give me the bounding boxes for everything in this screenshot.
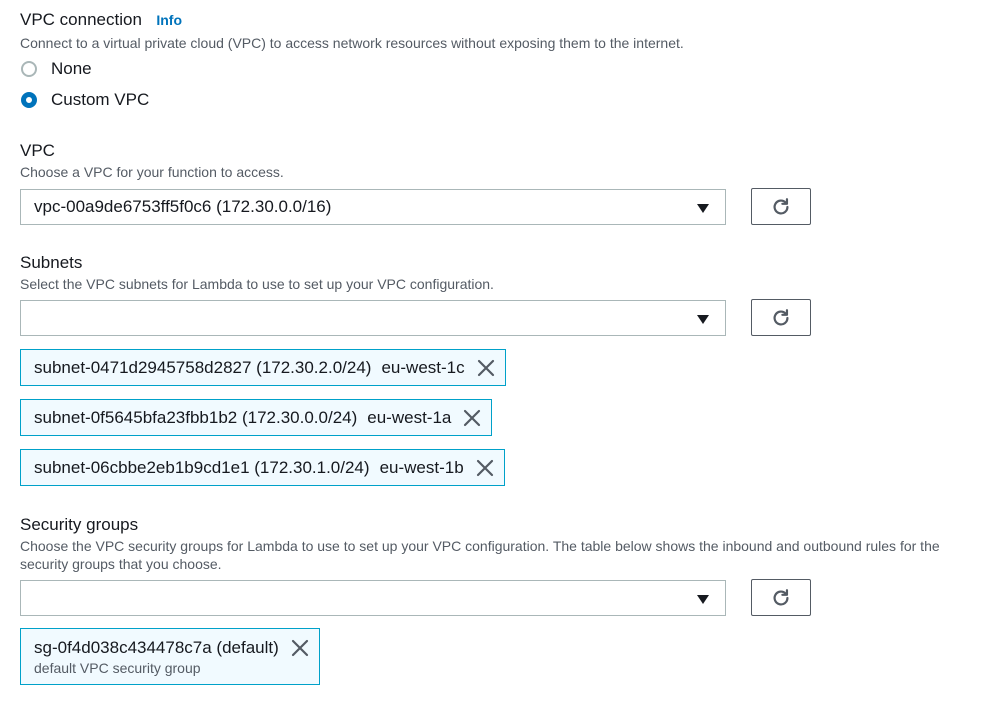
radio-custom-vpc[interactable] xyxy=(21,92,37,108)
caret-down-icon xyxy=(697,204,709,213)
security-groups-description: Choose the VPC security groups for Lambd… xyxy=(20,538,940,572)
close-icon[interactable] xyxy=(291,639,309,657)
vpc-connection-header: VPC connection Info xyxy=(20,10,182,30)
security-groups-refresh-button[interactable] xyxy=(751,579,811,616)
security-groups-title: Security groups xyxy=(20,515,139,534)
close-icon[interactable] xyxy=(477,359,495,377)
radio-custom-vpc-label: Custom VPC xyxy=(51,90,150,109)
close-icon[interactable] xyxy=(463,409,481,427)
vpc-refresh-button[interactable] xyxy=(751,188,811,225)
security-group-token: sg-0f4d038c434478c7a (default) default V… xyxy=(20,628,320,685)
refresh-icon xyxy=(773,588,789,606)
vpc-connection-title: VPC connection xyxy=(20,10,142,29)
radio-option-custom-vpc[interactable]: Custom VPC xyxy=(21,90,149,110)
subnet-token: subnet-0471d2945758d2827 (172.30.2.0/24)… xyxy=(20,349,506,386)
security-group-token-description: default VPC security group xyxy=(34,659,201,676)
security-group-token-name: sg-0f4d038c434478c7a (default) xyxy=(34,637,279,657)
subnets-description: Select the VPC subnets for Lambda to use… xyxy=(20,276,494,292)
subnet-token-name: subnet-06cbbe2eb1b9cd1e1 (172.30.1.0/24) xyxy=(34,457,370,477)
subnet-token-name: subnet-0f5645bfa23fbb1b2 (172.30.0.0/24) xyxy=(34,407,358,427)
vpc-select-value: vpc-00a9de6753ff5f0c6 (172.30.0.0/16) xyxy=(34,197,332,216)
security-groups-select[interactable] xyxy=(20,580,726,616)
subnets-refresh-button[interactable] xyxy=(751,299,811,336)
radio-none-label: None xyxy=(51,59,92,78)
info-link[interactable]: Info xyxy=(156,12,182,28)
subnets-title: Subnets xyxy=(20,253,83,272)
refresh-icon xyxy=(773,197,789,215)
caret-down-icon xyxy=(697,315,709,324)
refresh-icon xyxy=(773,308,789,326)
subnet-token-name: subnet-0471d2945758d2827 (172.30.2.0/24) xyxy=(34,357,372,377)
subnet-token-az: eu-west-1c xyxy=(381,357,465,377)
vpc-select[interactable]: vpc-00a9de6753ff5f0c6 (172.30.0.0/16) xyxy=(20,189,726,225)
vpc-connection-description: Connect to a virtual private cloud (VPC)… xyxy=(20,35,684,51)
radio-none[interactable] xyxy=(21,61,37,77)
radio-option-none[interactable]: None xyxy=(21,59,92,79)
subnet-token-az: eu-west-1b xyxy=(379,457,464,477)
close-icon[interactable] xyxy=(476,459,494,477)
caret-down-icon xyxy=(697,595,709,604)
vpc-description: Choose a VPC for your function to access… xyxy=(20,164,284,180)
subnets-select[interactable] xyxy=(20,300,726,336)
subnet-token-az: eu-west-1a xyxy=(367,407,452,427)
vpc-title: VPC xyxy=(20,141,55,160)
subnet-token: subnet-0f5645bfa23fbb1b2 (172.30.0.0/24)… xyxy=(20,399,493,436)
subnet-token: subnet-06cbbe2eb1b9cd1e1 (172.30.1.0/24)… xyxy=(20,449,505,486)
